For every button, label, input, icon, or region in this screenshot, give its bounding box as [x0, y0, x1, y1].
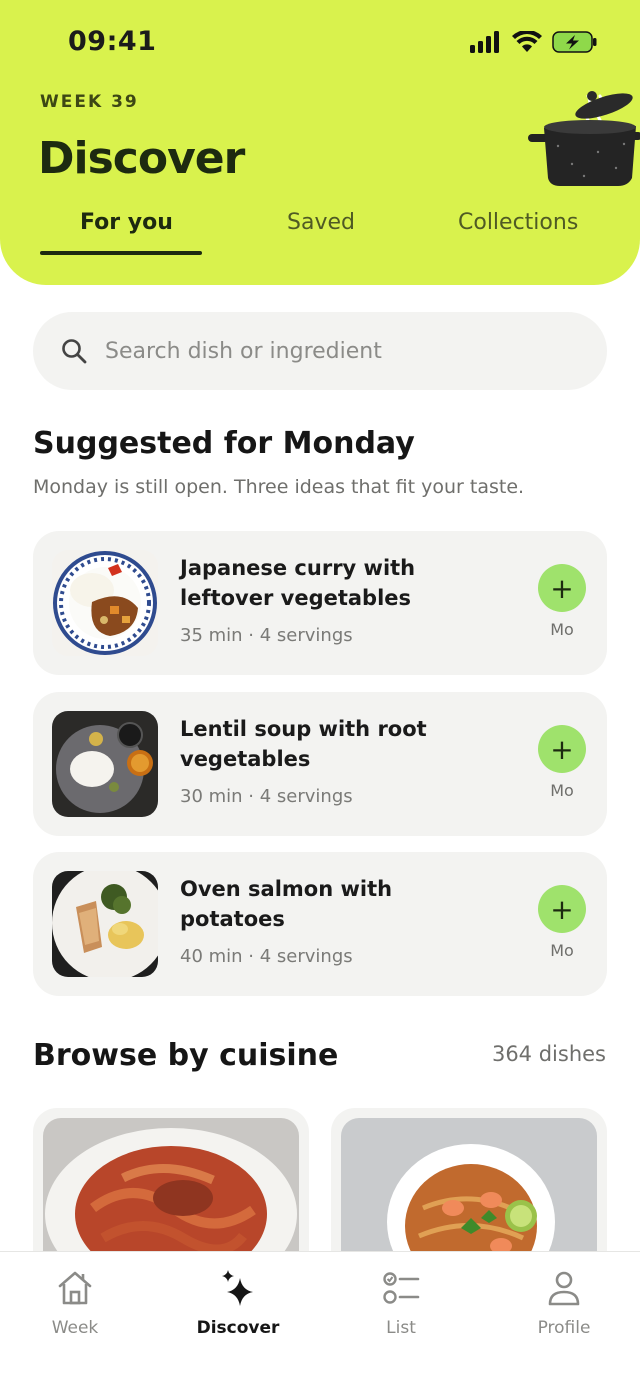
nav-label: Discover — [196, 1318, 280, 1338]
recipe-card[interactable]: Lentil soup with root vegetables 30 min … — [33, 692, 607, 836]
battery-icon — [552, 31, 597, 53]
recipe-card[interactable]: Japanese curry with leftover vegetables … — [33, 531, 607, 675]
search-icon — [62, 339, 87, 364]
sparkle-icon — [222, 1270, 253, 1306]
nav-week[interactable]: Week — [15, 1268, 135, 1338]
wifi-icon — [512, 31, 542, 52]
tab-saved[interactable]: Saved — [287, 210, 355, 235]
person-icon — [548, 1271, 580, 1306]
tab-collections[interactable]: Collections — [458, 210, 578, 235]
tab-for-you[interactable]: For you — [80, 210, 173, 235]
dish-count: 364 dishes — [491, 1042, 606, 1066]
active-tab-indicator — [40, 251, 202, 255]
cooking-pot-illustration — [528, 91, 640, 186]
suggested-subtitle: Monday is still open. Three ideas that f… — [33, 476, 525, 498]
recipe-thumbnail — [52, 871, 158, 977]
recipe-name: Lentil soup with root vegetables — [180, 717, 427, 771]
recipe-card[interactable]: Oven salmon with potatoes 40 min · 4 ser… — [33, 852, 607, 996]
nav-label: Week — [51, 1318, 99, 1338]
week-label: WEEK 39 — [40, 92, 139, 112]
nav-profile[interactable]: Profile — [504, 1268, 624, 1338]
recipe-thumbnail — [52, 550, 158, 656]
plan-day-label: Mo — [550, 620, 574, 639]
status-icons — [470, 30, 598, 54]
plan-day-label: Mo — [550, 781, 574, 800]
add-to-plan-button[interactable]: + — [538, 885, 586, 933]
recipe-name: Oven salmon with potatoes — [180, 877, 393, 931]
nav-list[interactable]: List — [341, 1268, 461, 1338]
bottom-nav: Week Discover List Profile — [0, 1251, 640, 1386]
header: 09:41 WEEK 39 Discover For you Saved Col… — [0, 0, 640, 285]
status-time: 09:41 — [68, 26, 157, 57]
nav-label: List — [386, 1318, 416, 1338]
recipe-meta: 40 min · 4 servings — [180, 946, 353, 967]
recipe-name: Japanese curry with leftover vegetables — [180, 556, 416, 610]
nav-discover[interactable]: Discover — [178, 1268, 298, 1338]
home-icon — [58, 1271, 92, 1305]
search-input[interactable] — [103, 337, 567, 365]
suggested-title: Suggested for Monday — [33, 426, 415, 461]
recipe-meta: 30 min · 4 servings — [180, 786, 353, 807]
page-title: Discover — [38, 133, 245, 184]
signal-icon — [470, 31, 499, 53]
plan-day-label: Mo — [550, 941, 574, 960]
add-to-plan-button[interactable]: + — [538, 564, 586, 612]
checklist-icon — [383, 1272, 420, 1304]
tab-bar: For you Saved Collections — [0, 210, 640, 260]
add-to-plan-button[interactable]: + — [538, 725, 586, 773]
nav-label: Profile — [537, 1318, 591, 1338]
recipe-meta: 35 min · 4 servings — [180, 625, 353, 646]
recipe-thumbnail — [52, 711, 158, 817]
browse-title: Browse by cuisine — [33, 1038, 339, 1073]
search-bar[interactable] — [33, 312, 607, 390]
